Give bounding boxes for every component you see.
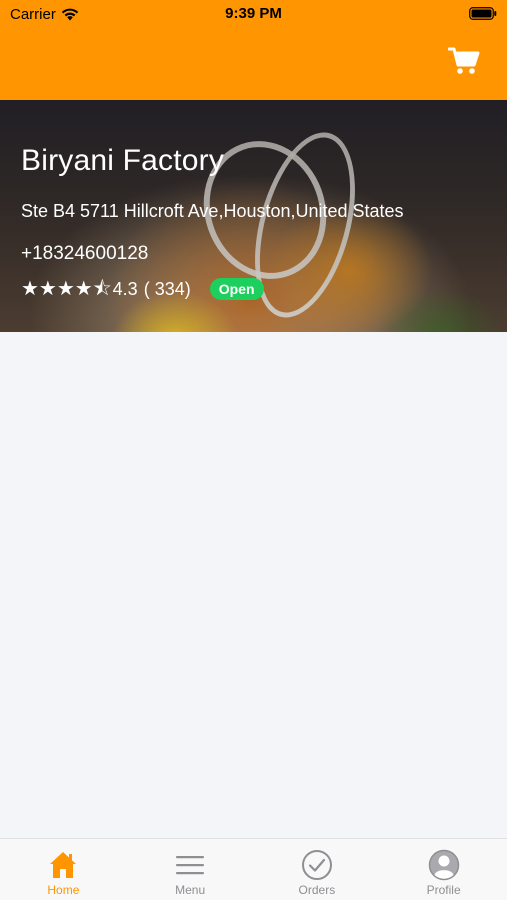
status-time: 9:39 PM [225,5,282,22]
status-bar: Carrier 9:39 PM [0,0,507,28]
tab-menu[interactable]: Menu [127,839,254,900]
orders-checkmark-icon [301,849,333,881]
home-icon [47,849,79,881]
review-count: ( 334) [143,278,191,299]
status-badge: Open [209,278,264,300]
restaurant-phone[interactable]: +18324600128 [21,243,148,265]
header: Carrier 9:39 PM [0,0,507,100]
tab-profile-label: Profile [426,883,461,897]
tab-orders-label: Orders [298,883,336,897]
tab-orders[interactable]: Orders [254,839,381,900]
shopping-cart-icon [447,46,480,81]
tab-profile[interactable]: Profile [380,839,507,900]
tab-bar: Home Menu Orders Profile [0,838,507,900]
profile-icon [428,849,460,881]
restaurant-hero: Biryani Factory Ste B4 5711 Hillcroft Av… [0,100,507,332]
tab-menu-label: Menu [175,883,206,897]
app-screen: Carrier 9:39 PM Biryani Factory Ste B4 5… [0,0,507,900]
battery-icon [469,7,497,24]
restaurant-address: Ste B4 5711 Hillcroft Ave,Houston,United… [21,201,404,221]
star-rating-icon: ★★★★⯪ [21,278,112,300]
restaurant-name: Biryani Factory [21,144,225,177]
tab-home-label: Home [47,883,80,897]
tab-home[interactable]: Home [0,839,127,900]
menu-icon [174,849,206,881]
rating-value: 4.3 [112,278,138,299]
rating-row: ★★★★⯪ 4.3 ( 334) Open [21,278,264,300]
cart-button[interactable] [447,46,481,80]
